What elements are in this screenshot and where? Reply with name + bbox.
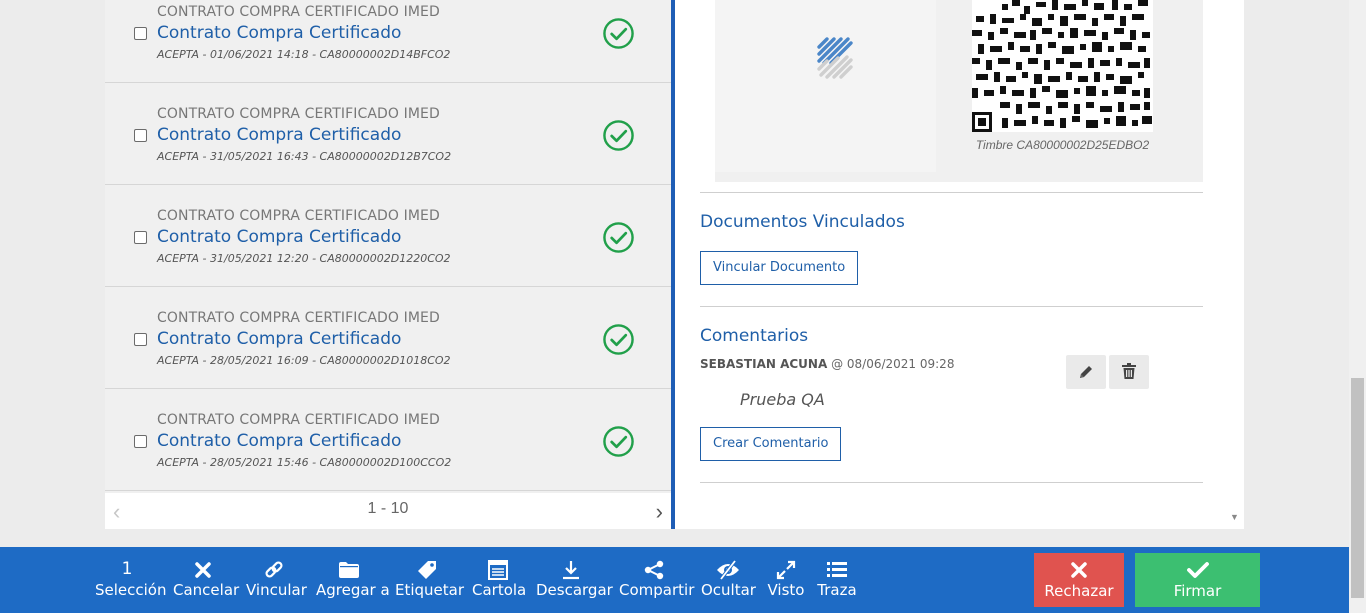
cartola-button[interactable]: Cartola bbox=[472, 547, 527, 613]
selection-indicator[interactable]: 1 Selección bbox=[95, 547, 167, 613]
accepted-check-icon bbox=[603, 222, 634, 253]
trace-button[interactable]: Traza bbox=[815, 547, 859, 613]
cancel-button[interactable]: Cancelar bbox=[173, 547, 240, 613]
accepted-check-icon bbox=[603, 18, 634, 49]
comments-title: Comentarios bbox=[700, 326, 809, 346]
accepted-check-icon bbox=[603, 324, 634, 355]
expand-icon bbox=[776, 560, 796, 580]
add-to-label: Agregar a bbox=[316, 581, 390, 599]
document-list: CONTRATO COMPRA CERTIFICADO IMED Contrat… bbox=[105, 0, 671, 529]
tag-icon bbox=[418, 561, 436, 579]
accepted-check-icon bbox=[603, 120, 634, 151]
document-meta: ACEPTA - 31/05/2021 16:43 - CA80000002D1… bbox=[157, 150, 452, 163]
list-item[interactable]: CONTRATO COMPRA CERTIFICADO IMED Contrat… bbox=[105, 0, 671, 83]
list-item[interactable]: CONTRATO COMPRA CERTIFICADO IMED Contrat… bbox=[105, 186, 671, 287]
reject-button[interactable]: Rechazar bbox=[1034, 553, 1124, 607]
close-icon bbox=[195, 562, 211, 578]
selection-count: 1 bbox=[121, 559, 133, 579]
company-logo-icon bbox=[817, 37, 853, 79]
viewed-label: Visto bbox=[767, 581, 805, 599]
timbre-caption: Timbre CA80000002D25EDBO2 bbox=[975, 138, 1150, 152]
checkmark-icon bbox=[1186, 562, 1209, 578]
section-divider bbox=[700, 482, 1203, 483]
hide-button[interactable]: Ocultar bbox=[701, 547, 756, 613]
link-label: Vincular bbox=[246, 581, 307, 599]
section-divider bbox=[700, 306, 1203, 307]
close-icon bbox=[1071, 562, 1087, 578]
comment-author: SEBASTIAN ACUNA bbox=[700, 357, 828, 371]
spreadsheet-icon bbox=[488, 560, 508, 580]
pencil-icon bbox=[1080, 366, 1092, 378]
page-range: 1 - 10 bbox=[367, 500, 409, 517]
list-item[interactable]: CONTRATO COMPRA CERTIFICADO IMED Contrat… bbox=[105, 84, 671, 185]
download-icon bbox=[563, 561, 579, 580]
comment-author-line: SEBASTIAN ACUNA @ 08/06/2021 09:28 bbox=[700, 357, 954, 371]
download-label: Descargar bbox=[536, 581, 613, 599]
document-meta: ACEPTA - 28/05/2021 15:46 - CA80000002D1… bbox=[157, 456, 452, 469]
document-meta: ACEPTA - 01/06/2021 14:18 - CA80000002D1… bbox=[157, 48, 451, 61]
trash-icon bbox=[1122, 363, 1136, 379]
comment-text: Prueba QA bbox=[740, 390, 825, 409]
document-category: CONTRATO COMPRA CERTIFICADO IMED bbox=[157, 106, 440, 122]
select-checkbox[interactable] bbox=[134, 129, 147, 142]
select-checkbox[interactable] bbox=[134, 333, 147, 346]
hide-label: Ocultar bbox=[701, 581, 756, 599]
document-title[interactable]: Contrato Compra Certificado bbox=[157, 125, 401, 145]
trace-label: Traza bbox=[817, 581, 857, 599]
scrollbar-thumb[interactable] bbox=[1351, 378, 1364, 598]
sign-button[interactable]: Firmar bbox=[1135, 553, 1260, 607]
link-button[interactable]: Vincular bbox=[246, 547, 307, 613]
share-icon bbox=[644, 560, 664, 580]
share-button[interactable]: Compartir bbox=[619, 547, 695, 613]
section-divider bbox=[700, 192, 1203, 193]
company-logo bbox=[715, 0, 936, 172]
select-checkbox[interactable] bbox=[134, 27, 147, 40]
selection-label: Selección bbox=[95, 581, 167, 599]
document-category: CONTRATO COMPRA CERTIFICADO IMED bbox=[157, 310, 440, 326]
action-bar: 1 Selección Cancelar Vincular Agregar a … bbox=[0, 547, 1349, 613]
document-detail-panel: Timbre CA80000002D25EDBO2 Documentos Vin… bbox=[675, 0, 1244, 529]
edit-comment-button[interactable] bbox=[1066, 355, 1106, 389]
download-button[interactable]: Descargar bbox=[536, 547, 613, 613]
sign-label: Firmar bbox=[1173, 582, 1222, 600]
timbre-qr-code bbox=[972, 0, 1153, 132]
document-category: CONTRATO COMPRA CERTIFICADO IMED bbox=[157, 4, 440, 20]
page-scrollbar[interactable] bbox=[1349, 0, 1366, 613]
reject-label: Rechazar bbox=[1044, 582, 1114, 600]
document-meta: ACEPTA - 28/05/2021 16:09 - CA80000002D1… bbox=[157, 354, 451, 367]
add-to-button[interactable]: Agregar a bbox=[316, 547, 390, 613]
document-preview: Timbre CA80000002D25EDBO2 bbox=[715, 0, 1203, 182]
select-checkbox[interactable] bbox=[134, 435, 147, 448]
comment-date: @ 08/06/2021 09:28 bbox=[831, 357, 955, 371]
document-title[interactable]: Contrato Compra Certificado bbox=[157, 23, 401, 43]
pagination: ‹ 1 - 10 › bbox=[105, 493, 671, 529]
viewed-button[interactable]: Visto bbox=[766, 547, 806, 613]
tag-button[interactable]: Etiquetar bbox=[395, 547, 465, 613]
document-title[interactable]: Contrato Compra Certificado bbox=[157, 431, 401, 451]
eye-slash-icon bbox=[717, 560, 739, 580]
link-document-button[interactable]: Vincular Documento bbox=[700, 251, 859, 285]
tag-label: Etiquetar bbox=[395, 581, 465, 599]
linked-documents-title: Documentos Vinculados bbox=[700, 212, 905, 232]
scroll-down-arrow-icon[interactable]: ▼ bbox=[1230, 512, 1239, 522]
document-category: CONTRATO COMPRA CERTIFICADO IMED bbox=[157, 412, 440, 428]
document-title[interactable]: Contrato Compra Certificado bbox=[157, 329, 401, 349]
accepted-check-icon bbox=[603, 426, 634, 457]
cartola-label: Cartola bbox=[472, 581, 527, 599]
delete-comment-button[interactable] bbox=[1109, 355, 1149, 389]
chevron-right-icon[interactable]: › bbox=[656, 499, 663, 525]
select-checkbox[interactable] bbox=[134, 231, 147, 244]
list-icon bbox=[827, 562, 847, 577]
list-item[interactable]: CONTRATO COMPRA CERTIFICADO IMED Contrat… bbox=[105, 288, 671, 389]
document-category: CONTRATO COMPRA CERTIFICADO IMED bbox=[157, 208, 440, 224]
share-label: Compartir bbox=[619, 581, 695, 599]
link-icon bbox=[265, 561, 283, 578]
document-title[interactable]: Contrato Compra Certificado bbox=[157, 227, 401, 247]
list-item[interactable]: CONTRATO COMPRA CERTIFICADO IMED Contrat… bbox=[105, 390, 671, 491]
cancel-label: Cancelar bbox=[173, 581, 240, 599]
folder-icon bbox=[339, 562, 359, 578]
create-comment-button[interactable]: Crear Comentario bbox=[700, 427, 842, 461]
document-meta: ACEPTA - 31/05/2021 12:20 - CA80000002D1… bbox=[157, 252, 451, 265]
